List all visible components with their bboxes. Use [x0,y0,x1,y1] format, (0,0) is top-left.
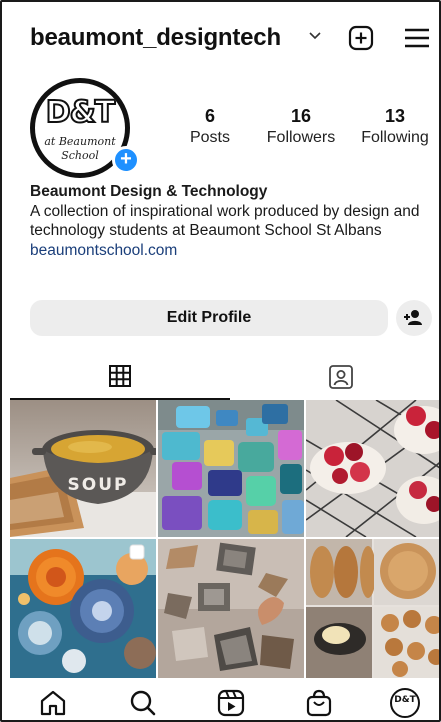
stat-label: Posts [189,129,230,146]
discover-people-button[interactable] [396,300,432,336]
search-icon [130,690,156,716]
post-grid: SOUP [10,400,439,678]
nav-home[interactable] [38,688,68,718]
nav-shop[interactable] [304,688,334,718]
chevron-down-icon[interactable] [308,29,322,43]
add-story-badge[interactable]: + [112,146,140,174]
nav-reels[interactable] [216,688,246,718]
post-image [10,539,156,678]
shop-bag-icon [306,689,332,717]
profile-avatar[interactable]: D&T at Beaumont School + [30,78,140,180]
stat-value: 6 [204,106,215,126]
profile-header: beaumont_designtech [2,2,439,76]
tab-grid[interactable] [10,354,230,400]
profile-bio: Beaumont Design & Technology A collectio… [30,182,435,260]
post-image [306,539,439,678]
nav-avatar-text: D&T [394,695,416,705]
username-switcher[interactable]: beaumont_designtech [30,24,281,52]
add-person-icon [404,310,422,325]
post-thumbnail-meringues[interactable] [306,400,439,537]
bio-link[interactable]: beaumontschool.com [30,241,435,261]
logo-line-1: at Beaumont [44,135,116,148]
stat-value: 13 [384,106,406,126]
stat-label: Following [361,129,429,146]
hamburger-menu-icon[interactable] [404,27,430,49]
post-image: SOUP [10,400,156,537]
plus-square-icon[interactable] [348,25,374,51]
post-thumbnail-bread[interactable] [306,539,439,678]
following-count[interactable]: 13 Following [356,106,434,147]
grid-icon [109,365,131,387]
profile-avatar-icon: D&T [390,688,420,718]
followers-count[interactable]: 16 Followers [262,106,340,147]
tagged-person-icon [329,365,353,389]
post-image [158,400,304,537]
stat-value: 16 [290,106,312,126]
stat-label: Followers [266,129,336,146]
post-image [158,539,304,678]
tab-tagged[interactable] [230,354,439,400]
logo-text: D&T [45,94,117,131]
posts-count[interactable]: 6 Posts [180,106,240,147]
reels-icon [217,689,245,717]
bowl-text: SOUP [68,475,129,495]
bottom-navigation: D&T [2,680,439,720]
edit-profile-button[interactable]: Edit Profile [30,300,388,336]
nav-profile[interactable]: D&T [390,688,420,718]
profile-tabs [2,354,439,400]
post-image [306,400,439,537]
multi-image-icon [129,544,145,560]
profile-name: Beaumont Design & Technology [30,183,268,200]
post-thumbnail-soup[interactable]: SOUP [10,400,156,537]
post-thumbnail-castings[interactable] [158,539,304,678]
post-thumbnail-resin[interactable] [158,400,304,537]
nav-search[interactable] [128,688,158,718]
bio-description: A collection of inspirational work produ… [30,202,420,240]
post-thumbnail-textiles[interactable] [10,539,156,678]
app-frame: beaumont_designtech D&T at Beaumont Scho… [0,0,441,722]
home-icon [40,690,66,716]
